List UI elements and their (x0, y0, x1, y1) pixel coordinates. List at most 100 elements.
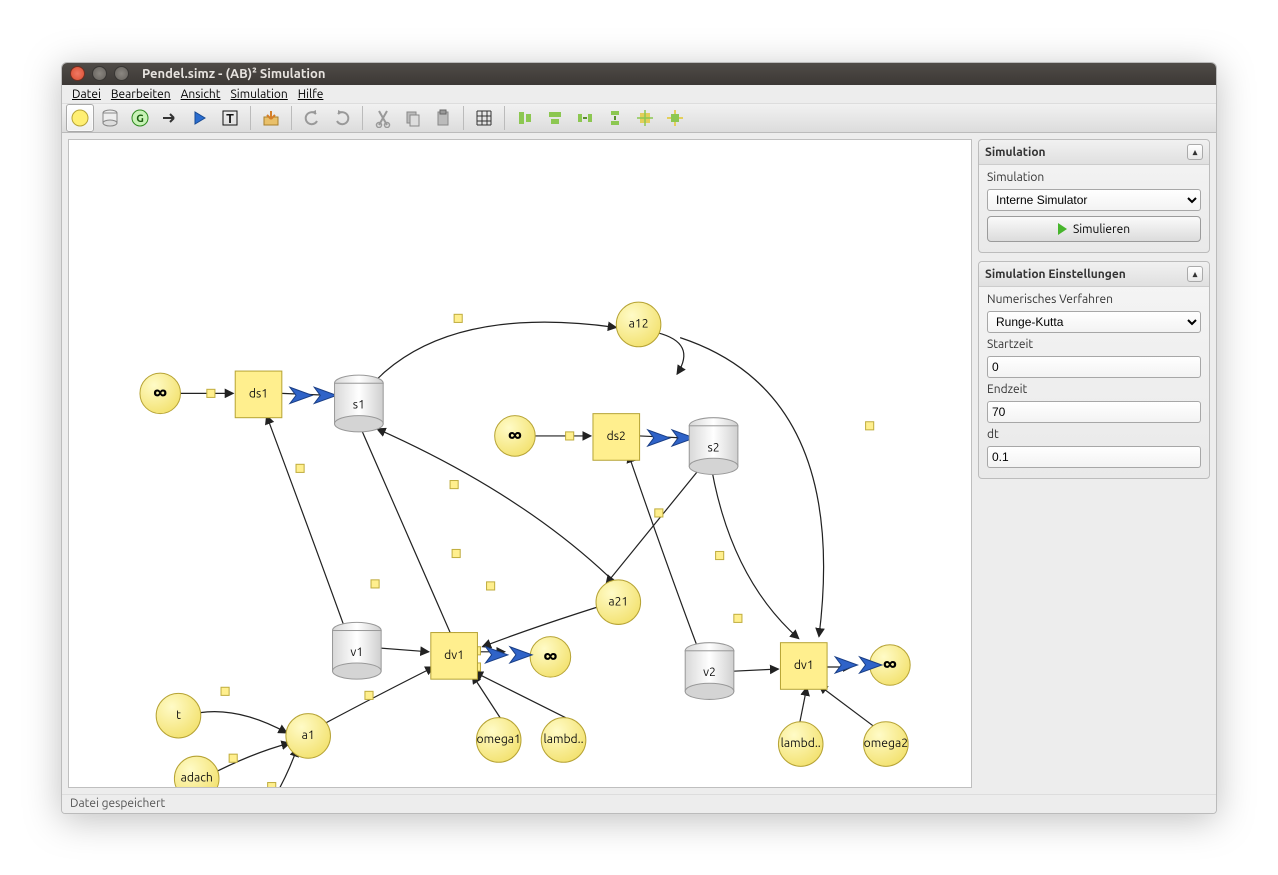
separator (250, 106, 251, 130)
align-center-tool[interactable] (631, 104, 659, 132)
svg-text:T: T (226, 112, 234, 126)
sink-node[interactable]: ∞ (530, 637, 571, 678)
distribute-v-tool[interactable] (601, 104, 629, 132)
svg-text:∞: ∞ (883, 651, 897, 676)
menu-edit[interactable]: Bearbeiten (107, 86, 175, 103)
paste-tool[interactable] (429, 104, 457, 132)
maximize-icon[interactable] (114, 66, 129, 81)
node-omega2[interactable]: omega2 (864, 722, 909, 767)
panel-title: Simulation (985, 146, 1046, 159)
separator (291, 106, 292, 130)
node-t[interactable]: t (156, 693, 201, 738)
circle-node-tool[interactable] (66, 104, 94, 132)
separator (504, 106, 505, 130)
svg-text:a12: a12 (629, 318, 649, 331)
svg-text:a21: a21 (608, 595, 628, 608)
numeric-label: Numerisches Verfahren (987, 293, 1201, 306)
toolbar: G T (62, 104, 1216, 133)
node-s2[interactable]: s2 (689, 418, 738, 475)
sim-label: Simulation (987, 171, 1201, 184)
content-area: ∞ ∞ ∞ ∞ (62, 133, 1216, 794)
svg-text:adach: adach (181, 771, 213, 785)
play-tool[interactable] (186, 104, 214, 132)
collapse-icon[interactable]: ▴ (1187, 266, 1203, 282)
app-window: Pendel.simz - (AB)² Simulation Datei Bea… (61, 62, 1217, 814)
svg-text:t: t (176, 709, 181, 722)
svg-text:lambd..: lambd.. (781, 736, 821, 750)
node-s1[interactable]: s1 (335, 375, 384, 432)
node-omega1[interactable]: omega1 (476, 718, 521, 763)
align-top-tool[interactable] (541, 104, 569, 132)
svg-text:v2: v2 (703, 666, 716, 679)
separator (463, 106, 464, 130)
svg-text:dv1: dv1 (794, 658, 814, 672)
side-panel: Simulation ▴ Simulation Interne Simulato… (978, 133, 1216, 794)
source-node[interactable]: ∞ (495, 416, 536, 457)
svg-text:ds1: ds1 (249, 387, 268, 401)
node-lambd2[interactable]: lambd.. (778, 722, 823, 767)
svg-text:∞: ∞ (153, 380, 167, 405)
close-icon[interactable] (70, 66, 85, 81)
svg-text:dv1: dv1 (444, 648, 464, 662)
node-dv2[interactable]: dv1 (780, 643, 827, 690)
numeric-select[interactable]: Runge-Kutta (987, 311, 1201, 333)
node-lambd1[interactable]: lambd.. (541, 718, 586, 763)
menubar: Datei Bearbeiten Ansicht Simulation Hilf… (62, 85, 1216, 104)
dt-label: dt (987, 428, 1201, 441)
statusbar: Datei gespeichert (62, 794, 1216, 813)
svg-text:v1: v1 (350, 646, 363, 659)
start-label: Startzeit (987, 338, 1201, 351)
node-a1[interactable]: a1 (286, 714, 331, 759)
cylinder-tool[interactable] (96, 104, 124, 132)
sim-select[interactable]: Interne Simulator (987, 189, 1201, 211)
window-title: Pendel.simz - (AB)² Simulation (142, 67, 325, 81)
svg-text:a1: a1 (302, 729, 315, 742)
start-input[interactable] (987, 356, 1201, 378)
panel-title: Simulation Einstellungen (985, 268, 1126, 281)
menu-help[interactable]: Hilfe (294, 86, 328, 103)
save-tool[interactable] (257, 104, 285, 132)
settings-panel: Simulation Einstellungen ▴ Numerisches V… (978, 261, 1210, 479)
node-dv1[interactable]: dv1 (431, 633, 478, 680)
node-v2[interactable]: v2 (685, 643, 734, 700)
svg-text:s2: s2 (708, 441, 720, 454)
svg-text:omega1: omega1 (477, 733, 521, 746)
arrow-tool[interactable] (156, 104, 184, 132)
play-icon (1058, 223, 1067, 235)
cut-tool[interactable] (369, 104, 397, 132)
redo-tool[interactable] (328, 104, 356, 132)
svg-text:G: G (136, 113, 144, 125)
dt-input[interactable] (987, 446, 1201, 468)
end-label: Endzeit (987, 383, 1201, 396)
svg-text:s1: s1 (353, 399, 365, 412)
node-adach[interactable]: adach (174, 756, 219, 786)
menu-simulation[interactable]: Simulation (227, 86, 292, 103)
node-ds2[interactable]: ds2 (593, 414, 640, 461)
svg-text:∞: ∞ (508, 422, 522, 447)
copy-tool[interactable] (399, 104, 427, 132)
simulate-button[interactable]: Simulieren (987, 216, 1201, 242)
end-input[interactable] (987, 401, 1201, 423)
collapse-icon[interactable]: ▴ (1187, 144, 1203, 160)
titlebar: Pendel.simz - (AB)² Simulation (62, 63, 1216, 86)
align-middle-tool[interactable] (661, 104, 689, 132)
global-tool[interactable]: G (126, 104, 154, 132)
text-tool[interactable]: T (216, 104, 244, 132)
menu-view[interactable]: Ansicht (177, 86, 225, 103)
align-left-tool[interactable] (511, 104, 539, 132)
svg-text:∞: ∞ (543, 643, 557, 668)
separator (362, 106, 363, 130)
undo-tool[interactable] (298, 104, 326, 132)
canvas[interactable]: ∞ ∞ ∞ ∞ (68, 139, 972, 788)
node-ds1[interactable]: ds1 (235, 371, 282, 418)
source-node[interactable]: ∞ (140, 373, 181, 414)
distribute-h-tool[interactable] (571, 104, 599, 132)
svg-text:omega2: omega2 (864, 737, 908, 750)
grid-tool[interactable] (470, 104, 498, 132)
node-a21[interactable]: a21 (596, 580, 641, 625)
node-v1[interactable]: v1 (333, 623, 382, 680)
menu-file[interactable]: Datei (68, 86, 105, 103)
simulation-panel: Simulation ▴ Simulation Interne Simulato… (978, 139, 1210, 253)
node-a12[interactable]: a12 (616, 302, 661, 347)
minimize-icon[interactable] (92, 66, 107, 81)
